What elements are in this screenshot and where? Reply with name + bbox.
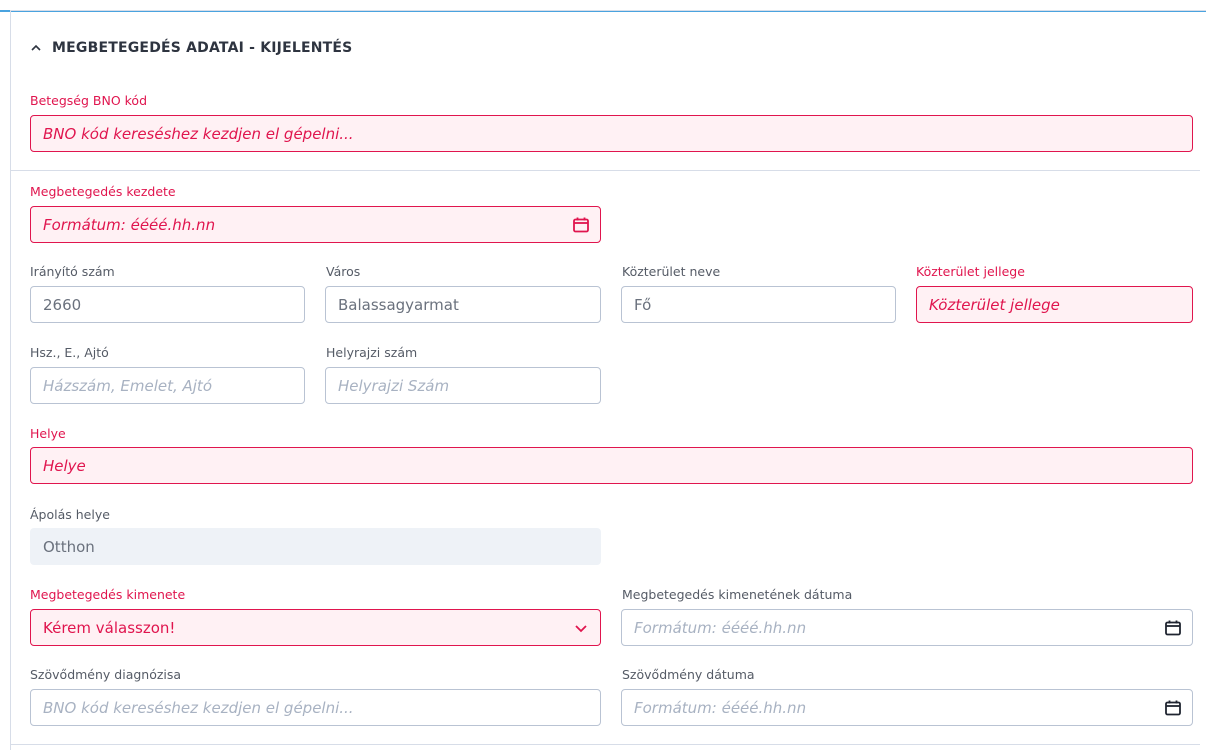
section-title: MEGBETEGEDÉS ADATAI - KIJELENTÉS	[52, 40, 353, 56]
house-placeholder: Házszám, Emelet, Ajtó	[43, 376, 212, 395]
bno-input[interactable]: BNO kód kereséshez kezdjen el gépelni...	[30, 115, 1193, 152]
bno-label: Betegség BNO kód	[30, 93, 148, 108]
care-place-label: Ápolás helye	[30, 507, 110, 522]
complication-label: Szövődmény diagnózisa	[30, 667, 182, 682]
parcel-label: Helyrajzi szám	[326, 345, 418, 360]
complication-date-input[interactable]: Formátum: éééé.hh.nn	[621, 689, 1193, 726]
street-type-label: Közterület jellege	[916, 264, 1025, 279]
outcome-selected-value: Kérem válasszon!	[43, 618, 176, 637]
house-label: Hsz., E., Ajtó	[30, 345, 109, 360]
calendar-icon[interactable]	[1164, 699, 1182, 717]
bno-placeholder: BNO kód kereséshez kezdjen el gépelni...	[43, 124, 354, 143]
outcome-date-placeholder: Formátum: éééé.hh.nn	[634, 618, 807, 637]
onset-label: Megbetegedés kezdete	[30, 184, 176, 199]
complication-date-placeholder: Formátum: éééé.hh.nn	[634, 698, 807, 717]
zip-value: 2660	[43, 295, 82, 314]
street-type-placeholder: Közterület jellege	[929, 295, 1060, 314]
city-input[interactable]: Balassagyarmat	[325, 286, 601, 323]
place-placeholder: Helye	[43, 456, 86, 475]
complication-input[interactable]: BNO kód kereséshez kezdjen el gépelni...	[30, 689, 601, 726]
street-name-value: Fő	[634, 295, 652, 314]
chevron-up-icon[interactable]	[30, 42, 42, 54]
care-place-value: Otthon	[43, 537, 95, 556]
zip-label: Irányító szám	[30, 264, 115, 279]
calendar-icon[interactable]	[1164, 619, 1182, 637]
complication-date-label: Szövődmény dátuma	[622, 667, 755, 682]
care-place-field: Otthon	[30, 528, 601, 565]
section-header[interactable]: MEGBETEGEDÉS ADATAI - KIJELENTÉS	[30, 40, 352, 56]
outcome-label: Megbetegedés kimenete	[30, 587, 186, 602]
chevron-down-icon[interactable]	[572, 619, 590, 637]
street-type-input[interactable]: Közterület jellege	[916, 286, 1193, 323]
onset-placeholder: Formátum: éééé.hh.nn	[43, 215, 216, 234]
onset-date-input[interactable]: Formátum: éééé.hh.nn	[30, 206, 601, 243]
outcome-date-label: Megbetegedés kimenetének dátuma	[622, 587, 853, 602]
street-name-input[interactable]: Fő	[621, 286, 896, 323]
place-input[interactable]: Helye	[30, 447, 1193, 484]
zip-input[interactable]: 2660	[30, 286, 305, 323]
outcome-select[interactable]: Kérem válasszon!	[30, 609, 601, 646]
place-label: Helye	[30, 426, 66, 441]
parcel-placeholder: Helyrajzi Szám	[338, 376, 450, 395]
outcome-date-input[interactable]: Formátum: éééé.hh.nn	[621, 609, 1193, 646]
complication-placeholder: BNO kód kereséshez kezdjen el gépelni...	[43, 698, 354, 717]
parcel-input[interactable]: Helyrajzi Szám	[325, 367, 601, 404]
city-label: Város	[326, 264, 361, 279]
bottom-divider	[10, 744, 1200, 745]
divider	[10, 170, 1200, 171]
street-name-label: Közterület neve	[622, 264, 721, 279]
house-input[interactable]: Házszám, Emelet, Ajtó	[30, 367, 305, 404]
calendar-icon[interactable]	[572, 216, 590, 234]
city-value: Balassagyarmat	[338, 295, 459, 314]
